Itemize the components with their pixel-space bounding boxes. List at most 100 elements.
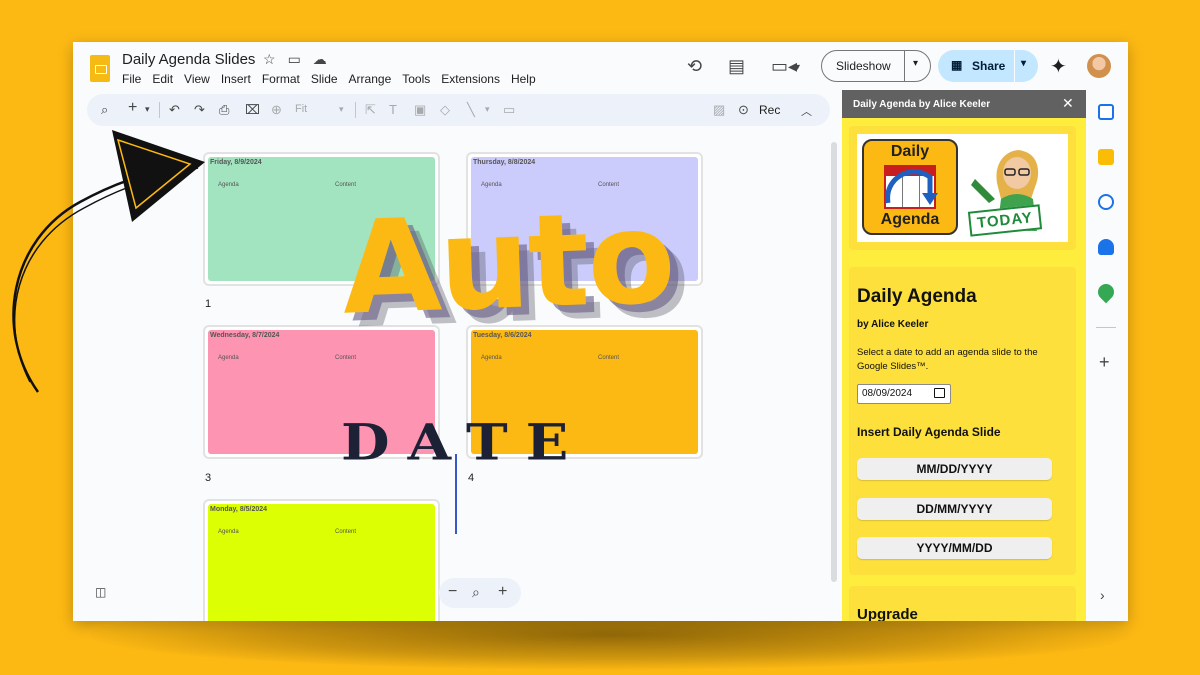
menu-bar: File Edit View Insert Format Slide Arran… [122, 72, 536, 86]
document-title[interactable]: Daily Agenda Slides [122, 51, 255, 68]
line-icon[interactable]: ╲ [467, 102, 475, 118]
daily-agenda-logo: Daily Agenda [862, 139, 958, 235]
menu-tools[interactable]: Tools [402, 72, 430, 86]
filmstrip-toggle-icon[interactable]: ◫ [95, 585, 106, 599]
menu-extensions[interactable]: Extensions [441, 72, 500, 86]
format-mmddyyyy-button[interactable]: MM/DD/YYYY [857, 458, 1052, 480]
addon-logo-card: Daily Agenda TODAY [849, 126, 1076, 250]
format-yyyymmdd-button[interactable]: YYYY/MM/DD [857, 537, 1052, 559]
side-panel-title: Daily Agenda by Alice Keeler [853, 99, 991, 110]
zoom-lens-icon[interactable]: ⌕ [472, 584, 480, 601]
format-ddmmyyyy-button[interactable]: DD/MM/YYYY [857, 498, 1052, 520]
overlay-title-auto: Auto [339, 183, 676, 344]
insert-image-icon[interactable]: ▣ [414, 102, 426, 118]
side-panel-header: Daily Agenda by Alice Keeler ✕ [842, 90, 1086, 118]
print-icon[interactable]: ⎙ [219, 102, 229, 118]
slideshow-label: Slideshow [836, 59, 891, 73]
slide-agenda-label: Agenda [481, 182, 502, 188]
share-dropdown-icon[interactable]: ▾ [1021, 58, 1026, 69]
background-image-icon[interactable]: ▨ [713, 102, 725, 118]
slide-content-label: Content [335, 355, 357, 361]
cloud-saved-icon[interactable]: ☁ [313, 51, 327, 68]
share-label: Share [972, 59, 1006, 73]
slides-logo-icon[interactable] [90, 55, 110, 82]
shape-icon[interactable]: ◇ [440, 102, 450, 118]
new-slide-dropdown-icon[interactable]: ▾ [145, 104, 150, 115]
slide-agenda-label: Agenda [481, 355, 502, 361]
menu-format[interactable]: Format [262, 72, 300, 86]
calendar-picker-icon[interactable] [934, 388, 945, 398]
keep-app-icon[interactable] [1098, 149, 1114, 165]
menu-arrange[interactable]: Arrange [349, 72, 392, 86]
slide-date: Monday, 8/5/2024 [210, 506, 268, 513]
new-slide-icon[interactable]: + [128, 99, 137, 117]
slide-number: 3 [205, 472, 212, 484]
meet-dropdown-icon[interactable]: ▾ [795, 62, 800, 73]
slide-thumbnail[interactable]: Monday, 8/5/2024 Agenda Content [203, 499, 440, 621]
menu-view[interactable]: View [184, 72, 210, 86]
undo-icon[interactable]: ↶ [169, 102, 180, 118]
canvas-scrollbar[interactable] [831, 142, 837, 582]
menu-file[interactable]: File [122, 72, 141, 86]
calendar-app-icon[interactable] [1098, 104, 1114, 120]
tasks-app-icon[interactable] [1098, 194, 1114, 210]
get-addons-icon[interactable]: + [1099, 352, 1110, 373]
slide-date: Friday, 8/9/2024 [210, 159, 262, 166]
curved-arrow-icon [885, 169, 938, 205]
insert-heading: Insert Daily Agenda Slide [857, 425, 1001, 439]
line-dropdown-icon[interactable]: ▾ [485, 104, 490, 115]
zoom-icon[interactable]: ⊕ [271, 102, 282, 118]
slideshow-button[interactable]: Slideshow ▾ [821, 50, 931, 82]
maps-app-icon[interactable] [1094, 280, 1118, 304]
slide-content-label: Content [335, 529, 357, 535]
expand-rail-icon[interactable]: › [1100, 587, 1105, 603]
upgrade-card: Upgrade [849, 586, 1076, 621]
slideshow-divider [904, 51, 905, 81]
move-folder-icon[interactable]: ▭ [288, 51, 301, 68]
contacts-app-icon[interactable] [1098, 239, 1114, 255]
slide-date: Wednesday, 8/7/2024 [210, 332, 280, 339]
star-icon[interactable]: ☆ [263, 51, 276, 68]
zoom-control: − ⌕ + [439, 578, 521, 608]
zoom-in-icon[interactable]: + [498, 583, 507, 601]
search-menus-icon[interactable]: ⌕ [101, 102, 108, 118]
title-icons: ☆ ▭ ☁ [263, 51, 327, 68]
addon-logo-frame: Daily Agenda TODAY [857, 134, 1068, 242]
zoom-dropdown-icon[interactable]: ▾ [339, 104, 344, 115]
rec-label[interactable]: Rec [759, 103, 780, 117]
slide-face: Monday, 8/5/2024 Agenda Content [208, 504, 435, 621]
slide-content-label: Content [335, 182, 357, 188]
slideshow-dropdown-icon[interactable]: ▾ [913, 58, 918, 69]
zoom-out-icon[interactable]: − [448, 583, 457, 601]
meet-camera-icon[interactable]: ▭◂ [771, 56, 797, 77]
menu-slide[interactable]: Slide [311, 72, 338, 86]
insert-comment-icon[interactable]: ▭ [503, 102, 515, 118]
comments-icon[interactable]: ▤ [728, 56, 745, 77]
collapse-toolbar-icon[interactable]: ︿ [801, 103, 812, 119]
paint-format-icon[interactable]: ⌧ [245, 102, 260, 118]
gemini-sparkle-icon[interactable]: ✦ [1050, 54, 1067, 79]
close-icon[interactable]: ✕ [1062, 95, 1074, 112]
text-box-icon[interactable]: T [389, 102, 397, 117]
sketch-arrow-icon [12, 130, 205, 393]
slide-content-label: Content [598, 355, 620, 361]
menu-help[interactable]: Help [511, 72, 536, 86]
rail-divider [1096, 327, 1116, 328]
menu-insert[interactable]: Insert [221, 72, 251, 86]
rec-play-icon[interactable]: ⊙ [738, 102, 749, 118]
addon-main-card: Daily Agenda by Alice Keeler Select a da… [849, 267, 1076, 575]
upgrade-heading: Upgrade [857, 606, 918, 621]
select-cursor-icon[interactable]: ⇱ [365, 102, 376, 118]
version-history-icon[interactable]: ⟲ [687, 56, 702, 77]
menu-edit[interactable]: Edit [152, 72, 173, 86]
share-button[interactable]: ▦ Share ▾ [938, 50, 1038, 82]
logo-word-agenda: Agenda [880, 211, 940, 228]
addon-description: Select a date to add an agenda slide to … [857, 347, 1038, 372]
toolbar-separator [159, 102, 160, 118]
overlay-subtitle-date: DATE [341, 413, 587, 473]
redo-icon[interactable]: ↷ [194, 102, 205, 118]
addon-side-panel: Daily Agenda by Alice Keeler ✕ Daily Age… [842, 90, 1086, 621]
slide-number: 4 [468, 472, 475, 484]
account-avatar[interactable] [1087, 54, 1111, 78]
zoom-select[interactable]: Fit [295, 103, 307, 115]
